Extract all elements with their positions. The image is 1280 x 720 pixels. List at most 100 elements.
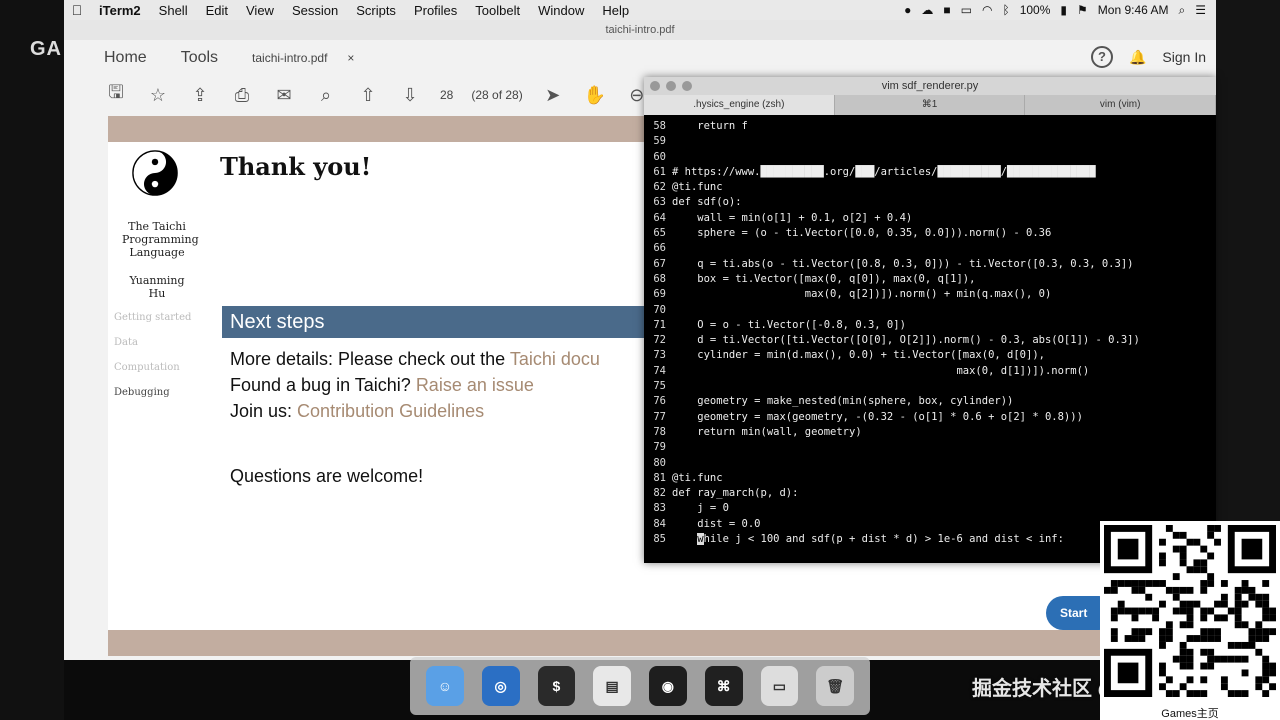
obs-icon[interactable]: ◉ — [649, 666, 687, 706]
qr-module — [1193, 690, 1201, 697]
code-line[interactable]: 73 cylinder = min(d.max(), 0.0) + ti.Vec… — [644, 348, 1216, 363]
contribution-link[interactable]: Contribution Guidelines — [297, 401, 484, 421]
code-line[interactable]: 70 — [644, 303, 1216, 318]
bookmark-star-icon[interactable]: ☆ — [146, 85, 170, 106]
qr-module — [1193, 538, 1201, 546]
hand-tool-icon[interactable]: ✋ — [583, 85, 607, 106]
menu-edit[interactable]: Edit — [197, 3, 237, 18]
menubar-clock[interactable]: Mon 9:46 AM — [1098, 3, 1169, 17]
nav-item-computation[interactable]: Computation — [114, 362, 191, 387]
menu-help[interactable]: Help — [593, 3, 638, 18]
code-line[interactable]: 72 d = ti.Vector([ti.Vector([O[0], O[2]]… — [644, 333, 1216, 348]
print-icon[interactable]: ⎙ — [230, 85, 254, 106]
code-line[interactable]: 68 box = ti.Vector([max(0, q[0]), max(0,… — [644, 272, 1216, 287]
zoom-window-button[interactable] — [682, 81, 692, 91]
help-icon[interactable]: ? — [1090, 46, 1113, 68]
tab-shortcut[interactable]: ⌘1 — [835, 95, 1026, 115]
menu-view[interactable]: View — [237, 3, 283, 18]
email-icon[interactable]: ✉ — [272, 85, 296, 106]
save-icon[interactable]: 🖫 — [104, 80, 128, 110]
qr-module — [1214, 525, 1221, 532]
code-line[interactable]: 69 max(0, q[2])]).norm() + min(q.max(), … — [644, 287, 1216, 302]
code-line[interactable]: 83 j = 0 — [644, 501, 1216, 516]
tab-tools[interactable]: Tools — [181, 49, 218, 67]
battery-percent[interactable]: 100% — [1020, 3, 1051, 17]
nav-item-getting-started[interactable]: Getting started — [114, 312, 191, 337]
qr-module — [1152, 580, 1160, 587]
close-window-button[interactable] — [650, 81, 660, 91]
tab-close-icon[interactable]: × — [347, 51, 354, 65]
menu-window[interactable]: Window — [529, 3, 593, 18]
page-up-icon[interactable]: ⇧ — [356, 85, 380, 106]
menu-scripts[interactable]: Scripts — [347, 3, 405, 18]
tab-home[interactable]: Home — [104, 49, 147, 67]
qr-module — [1262, 655, 1270, 663]
keynote-icon[interactable]: ▤ — [593, 666, 631, 706]
finder-icon[interactable]: ☺ — [426, 666, 464, 706]
tab-zsh[interactable]: .hysics_engine (zsh) — [644, 95, 835, 115]
page-number-field[interactable]: 28 — [440, 88, 453, 102]
tab-vim[interactable]: vim (vim) — [1025, 95, 1217, 115]
code-line[interactable]: 77 geometry = max(geometry, -(0.32 - (o[… — [644, 410, 1216, 425]
code-line[interactable]: 74 max(0, d[1])]).norm() — [644, 364, 1216, 379]
code-line[interactable]: 61 # https://www.██████████.org/███/artic… — [644, 165, 1216, 180]
code-line[interactable]: 80 — [644, 456, 1216, 471]
upload-icon[interactable]: ⇪ — [188, 85, 212, 106]
bluetooth-icon[interactable]: ᛒ — [1003, 3, 1010, 17]
preview-icon[interactable]: ▭ — [760, 666, 799, 706]
nav-item-debugging[interactable]: Debugging — [114, 387, 191, 412]
qr-module — [1145, 628, 1153, 636]
terminal-icon[interactable]: $ — [537, 666, 576, 706]
tab-document[interactable]: taichi-intro.pdf × — [252, 51, 354, 65]
code-line[interactable]: 58 return f — [644, 119, 1216, 134]
qr-module — [1248, 635, 1256, 642]
status-app-icon[interactable]: ● — [904, 3, 911, 17]
menu-app-name[interactable]: iTerm2 — [90, 3, 150, 18]
menu-shell[interactable]: Shell — [150, 3, 197, 18]
code-line[interactable]: 62 @ti.func — [644, 180, 1216, 195]
sign-in-button[interactable]: Sign In — [1162, 49, 1206, 65]
flag-icon[interactable]: ⚑ — [1077, 3, 1088, 17]
code-line[interactable]: 78 return min(wall, geometry) — [644, 425, 1216, 440]
spotlight-search-icon[interactable]: ⌕ — [1179, 3, 1186, 18]
code-line[interactable]: 64 wall = min(o[1] + 0.1, o[2] + 0.4) — [644, 211, 1216, 226]
menu-toolbelt[interactable]: Toolbelt — [466, 3, 529, 18]
qr-module — [1255, 683, 1263, 691]
code-line[interactable]: 65 sphere = (o - ti.Vector([0.0, 0.35, 0… — [644, 226, 1216, 241]
bell-icon[interactable]: 🔔 — [1129, 49, 1146, 66]
qr-module — [1248, 628, 1256, 636]
code-line[interactable]: 81 @ti.func — [644, 471, 1216, 486]
code-line[interactable]: 60 — [644, 150, 1216, 165]
code-line[interactable]: 75 — [644, 379, 1216, 394]
raise-issue-link[interactable]: Raise an issue — [416, 375, 534, 395]
docs-link[interactable]: Taichi docu — [510, 349, 600, 369]
safari-icon[interactable]: ◎ — [481, 666, 520, 706]
qr-module — [1207, 628, 1215, 636]
code-line[interactable]: 66 — [644, 241, 1216, 256]
cast-icon[interactable]: ▭ — [961, 3, 972, 17]
zoom-search-icon[interactable]: ⌕ — [314, 85, 338, 106]
nav-item-data[interactable]: Data — [114, 337, 191, 362]
battery-icon[interactable]: ▮ — [1060, 3, 1067, 17]
select-cursor-icon[interactable]: ➤ — [541, 85, 565, 106]
minimize-window-button[interactable] — [666, 81, 676, 91]
menu-profiles[interactable]: Profiles — [405, 3, 466, 18]
trash-icon[interactable]: 🗑 — [816, 666, 854, 706]
qr-module — [1220, 683, 1228, 691]
code-line[interactable]: 82 def ray_march(p, d): — [644, 486, 1216, 501]
vim-buffer[interactable]: 58 return f 59 60 61 # https://www.█████████… — [644, 119, 1216, 559]
menu-session[interactable]: Session — [283, 3, 347, 18]
notification-center-icon[interactable]: ☰ — [1195, 3, 1206, 17]
acrobat-icon[interactable]: ⌘ — [704, 666, 743, 706]
code-line[interactable]: 71 O = o - ti.Vector([-0.8, 0.3, 0]) — [644, 318, 1216, 333]
code-line[interactable]: 79 — [644, 440, 1216, 455]
wifi-icon[interactable]: ◠ — [982, 3, 992, 17]
code-line[interactable]: 76 geometry = make_nested(min(sphere, bo… — [644, 394, 1216, 409]
apple-menu-icon[interactable]:  — [64, 2, 90, 18]
code-line[interactable]: 67 q = ti.abs(o - ti.Vector([0.8, 0.3, 0… — [644, 257, 1216, 272]
cloud-icon[interactable]: ☁ — [921, 3, 933, 17]
code-line[interactable]: 63 def sdf(o): — [644, 195, 1216, 210]
camera-icon[interactable]: ■ — [943, 3, 950, 17]
code-line[interactable]: 59 — [644, 134, 1216, 149]
page-down-icon[interactable]: ⇩ — [398, 85, 422, 106]
